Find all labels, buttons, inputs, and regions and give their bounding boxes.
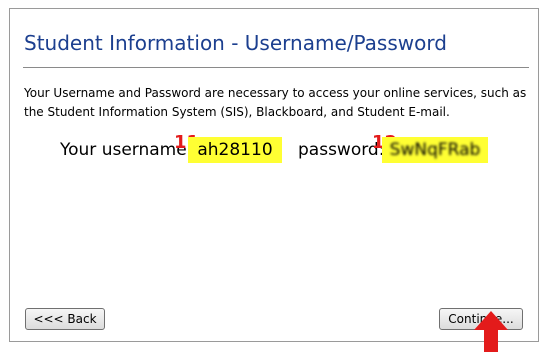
username-value: ah28110	[188, 137, 282, 163]
password-value: SwNqFRab	[382, 137, 488, 163]
back-button[interactable]: <<< Back	[25, 308, 105, 330]
title-divider	[23, 67, 529, 68]
wizard-panel: Student Information - Username/Password …	[9, 8, 539, 342]
description-text: Your Username and Password are necessary…	[24, 86, 527, 119]
red-up-arrow-icon	[474, 311, 508, 352]
page-title: Student Information - Username/Password	[24, 31, 447, 55]
username-label: Your username:	[60, 140, 193, 160]
password-value-text: SwNqFRab	[389, 140, 481, 160]
